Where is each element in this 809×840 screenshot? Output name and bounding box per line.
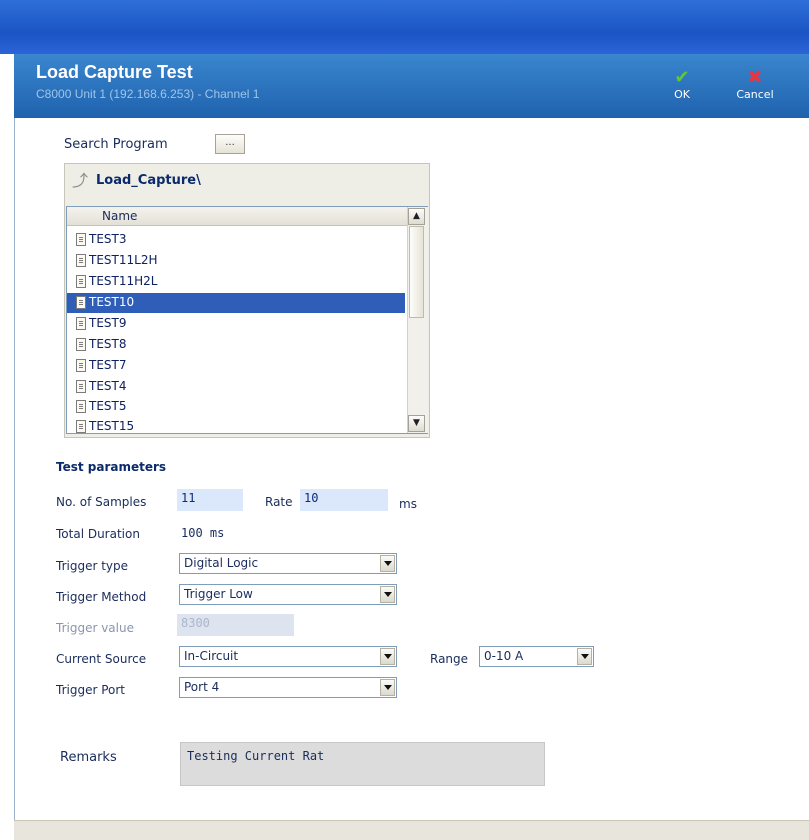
checkmark-icon: ✔ xyxy=(674,67,690,88)
file-icon xyxy=(76,380,86,393)
trigger-type-select[interactable]: Digital Logic xyxy=(179,553,397,574)
chevron-down-icon[interactable] xyxy=(380,648,395,665)
list-item[interactable]: TEST5 xyxy=(67,397,405,417)
cancel-label: Cancel xyxy=(736,88,774,101)
file-name: TEST7 xyxy=(89,358,127,372)
file-name: TEST11L2H xyxy=(89,253,158,267)
close-icon: ✖ xyxy=(747,67,763,88)
chevron-down-icon[interactable] xyxy=(380,555,395,572)
file-icon xyxy=(76,254,86,267)
file-icon xyxy=(76,400,86,413)
list-item[interactable]: TEST9 xyxy=(67,314,405,334)
file-name: TEST11H2L xyxy=(89,274,158,288)
file-icon xyxy=(76,233,86,246)
rate-label: Rate xyxy=(265,495,293,509)
dialog-subtitle: C8000 Unit 1 (192.168.6.253) - Channel 1 xyxy=(36,87,260,101)
rate-unit: ms xyxy=(399,497,417,511)
duration-value: 100 ms xyxy=(181,526,225,540)
list-item[interactable]: TEST4 xyxy=(67,377,405,397)
ok-button[interactable]: ✔ OK xyxy=(664,68,700,108)
search-program-button[interactable]: ... xyxy=(215,134,245,154)
trigger-value-label: Trigger value xyxy=(56,621,134,635)
range-value: 0-10 A xyxy=(484,649,524,663)
range-label: Range xyxy=(430,652,469,666)
trigger-method-select[interactable]: Trigger Low xyxy=(179,584,397,605)
list-item[interactable]: TEST3 xyxy=(67,230,405,250)
file-icon xyxy=(76,296,86,309)
trigger-port-select[interactable]: Port 4 xyxy=(179,677,397,698)
chevron-down-icon[interactable] xyxy=(577,648,592,665)
column-header-name: Name xyxy=(102,209,138,223)
scroll-down-icon[interactable]: ▼ xyxy=(408,415,425,432)
window-title-bar xyxy=(0,0,809,54)
file-name: TEST5 xyxy=(89,399,127,413)
cancel-button[interactable]: ✖ Cancel xyxy=(722,68,788,108)
samples-label: No. of Samples xyxy=(56,495,147,509)
list-item[interactable]: TEST7 xyxy=(67,356,405,376)
file-name: TEST10 xyxy=(89,295,135,309)
remarks-textarea[interactable]: Testing Current Rat xyxy=(180,742,545,786)
file-name: TEST8 xyxy=(89,337,127,351)
file-icon xyxy=(76,338,86,351)
file-icon xyxy=(76,359,86,372)
dialog-title: Load Capture Test xyxy=(36,62,193,82)
list-item[interactable]: TEST8 xyxy=(67,335,405,355)
file-icon xyxy=(76,317,86,330)
dialog-footer xyxy=(14,820,809,840)
file-name: TEST9 xyxy=(89,316,127,330)
trigger-port-value: Port 4 xyxy=(184,680,220,694)
list-item[interactable]: TEST11L2H xyxy=(67,251,405,271)
list-item[interactable]: TEST15 xyxy=(67,417,405,433)
current-source-value: In-Circuit xyxy=(184,649,239,663)
current-source-select[interactable]: In-Circuit xyxy=(179,646,397,667)
chevron-down-icon[interactable] xyxy=(380,586,395,603)
file-name: TEST3 xyxy=(89,232,127,246)
file-name: TEST4 xyxy=(89,379,127,393)
trigger-port-label: Trigger Port xyxy=(56,683,125,697)
remarks-label: Remarks xyxy=(60,750,117,765)
trigger-type-label: Trigger type xyxy=(56,559,129,573)
chevron-down-icon[interactable] xyxy=(380,679,395,696)
rate-input[interactable]: 10 xyxy=(300,489,388,511)
trigger-value-input: 8300 xyxy=(177,614,294,636)
scroll-thumb[interactable] xyxy=(409,226,424,318)
folder-path: Load_Capture\ xyxy=(96,173,201,188)
test-parameters-heading: Test parameters xyxy=(56,460,167,474)
list-item-selected[interactable]: TEST10 xyxy=(67,293,405,313)
trigger-method-value: Trigger Low xyxy=(184,587,253,601)
search-program-label: Search Program xyxy=(64,137,168,152)
range-select[interactable]: 0-10 A xyxy=(479,646,594,667)
file-icon xyxy=(76,420,86,433)
ok-label: OK xyxy=(674,88,690,101)
list-item[interactable]: TEST11H2L xyxy=(67,272,405,292)
file-icon xyxy=(76,275,86,288)
samples-input[interactable]: 11 xyxy=(177,489,243,511)
file-name: TEST15 xyxy=(89,419,135,433)
trigger-method-label: Trigger Method xyxy=(56,590,147,604)
trigger-type-value: Digital Logic xyxy=(184,556,259,570)
duration-label: Total Duration xyxy=(56,527,140,541)
scroll-up-icon[interactable]: ▲ xyxy=(408,208,425,225)
current-source-label: Current Source xyxy=(56,652,147,666)
folder-up-icon[interactable]: ⤴ xyxy=(72,172,92,190)
